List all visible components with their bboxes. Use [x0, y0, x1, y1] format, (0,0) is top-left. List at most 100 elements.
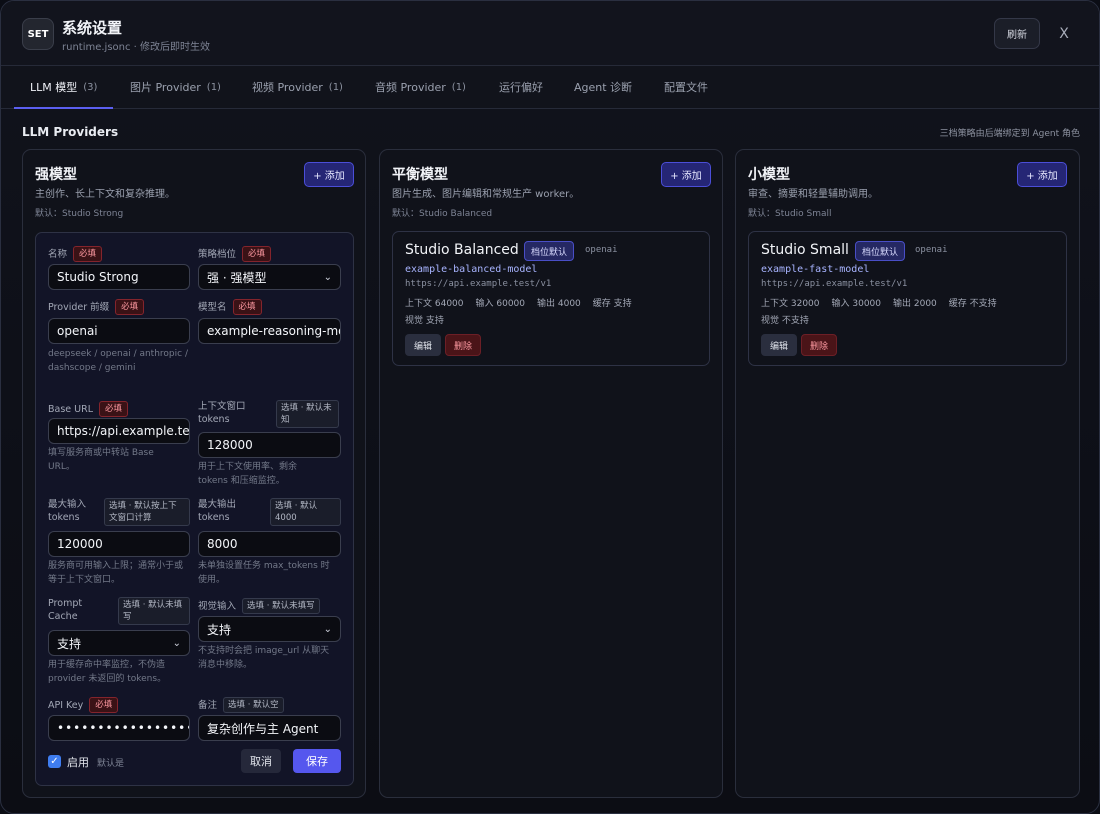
stat-vision: 视觉 支持 — [405, 316, 444, 326]
label-text: 上下文窗口 tokens — [198, 401, 246, 425]
enabled-checkbox[interactable]: ✓ — [48, 755, 61, 768]
tab-llm-models[interactable]: LLM 模型 (3) — [13, 66, 114, 109]
column-balanced-model: 平衡模型 图片生成、图片编辑和常规生产 worker。 默认：Studio Ba… — [379, 149, 723, 798]
optional-tag: 选填 · 默认未填写 — [242, 598, 320, 614]
section-title: LLM Providers — [22, 125, 119, 139]
column-description: 图片生成、图片编辑和常规生产 worker。 — [392, 189, 580, 200]
max-output-label: 最大输出 tokens 选填 · 默认 4000 — [198, 498, 341, 526]
required-tag: 必填 — [232, 299, 262, 315]
stat-output: 输出 2000 — [893, 299, 937, 309]
tab-video-provider[interactable]: 视频 Provider (1) — [252, 66, 343, 108]
required-tag: 必填 — [73, 246, 103, 262]
context-window-hint: 用于上下文使用率、剩余 tokens 和压缩监控。 — [198, 462, 298, 486]
column-default: 默认：Studio Strong — [35, 209, 124, 219]
delete-button[interactable]: 删除 — [445, 334, 481, 356]
stat-context: 上下文 64000 — [405, 299, 464, 309]
settings-window: SET 系统设置 runtime.jsonc · 修改后即时生效 刷新 X LL… — [0, 0, 1100, 814]
note-input[interactable]: 复杂创作与主 Agent — [198, 715, 341, 741]
chevron-down-icon: ⌄ — [323, 271, 332, 283]
column-default: 默认：Studio Small — [748, 209, 832, 219]
max-input-label: 最大输入 tokens 选填 · 默认按上下文窗口计算 — [48, 498, 191, 526]
base-url-input[interactable]: https://api.example.test/v1 — [48, 418, 190, 444]
provider-url: https://api.example.test/v1 — [405, 279, 552, 289]
provider-prefix: openai — [585, 245, 618, 255]
settings-logo: SET — [22, 18, 54, 50]
provider-url: https://api.example.test/v1 — [761, 279, 908, 289]
add-strong-model-button[interactable]: + 添加 — [304, 162, 354, 187]
prompt-cache-label: Prompt Cache 选填 · 默认未填写 — [48, 597, 191, 625]
label-text: API Key — [48, 699, 84, 711]
delete-button[interactable]: 删除 — [801, 334, 837, 356]
edit-button[interactable]: 编辑 — [761, 334, 797, 356]
provider-stats: 上下文 64000 输入 60000 输出 4000 缓存 支持 — [405, 296, 644, 309]
tier-select[interactable]: 强 · 强模型 ⌄ — [198, 264, 341, 290]
cancel-button[interactable]: 取消 — [241, 749, 281, 773]
enabled-label: 启用 — [67, 756, 89, 769]
close-button[interactable]: X — [1054, 24, 1074, 44]
provider-edit-form: 名称 必填 Studio Strong 策略档位 必填 强 · 强模型 ⌄ Provi… — [35, 232, 354, 786]
select-value: 支持 — [57, 636, 82, 651]
tab-label: 视频 Provider — [252, 81, 323, 94]
column-title: 强模型 — [35, 167, 77, 183]
provider-card: Studio Balanced 档位默认 openai example-bala… — [392, 231, 710, 366]
stat-vision: 视觉 不支持 — [761, 316, 809, 326]
model-label: 模型名 必填 — [198, 299, 262, 315]
name-input[interactable]: Studio Strong — [48, 264, 190, 290]
tab-config-file[interactable]: 配置文件 — [664, 66, 708, 108]
prompt-cache-hint: 用于缓存命中率监控，不伪造 provider 未返回的 tokens。 — [48, 660, 167, 684]
tab-label: 音频 Provider — [375, 81, 446, 94]
select-value: 支持 — [207, 622, 232, 637]
tab-count: (1) — [206, 81, 221, 93]
column-description: 主创作、长上下文和复杂推理。 — [35, 189, 175, 200]
stat-context: 上下文 32000 — [761, 299, 820, 309]
provider-stats: 上下文 32000 输入 30000 输出 2000 缓存 不支持 — [761, 296, 1009, 309]
max-output-tokens-input[interactable]: 8000 — [198, 531, 341, 557]
chevron-down-icon: ⌄ — [323, 623, 332, 635]
tab-label: LLM 模型 — [30, 81, 78, 94]
tab-runtime-preferences[interactable]: 运行偏好 — [499, 66, 543, 108]
column-small-model: 小模型 审查、摘要和轻量辅助调用。 默认：Studio Small + 添加 S… — [735, 149, 1080, 798]
note-label: 备注 选填 · 默认空 — [198, 697, 284, 713]
window-subtitle: runtime.jsonc · 修改后即时生效 — [62, 42, 211, 53]
tab-label: 运行偏好 — [499, 81, 543, 94]
vision-select[interactable]: 支持 ⌄ — [198, 616, 341, 642]
api-key-input[interactable]: ••••••••••••••••• — [48, 715, 190, 741]
provider-hint: deepseek / openai / anthropic / dashscop… — [48, 349, 188, 373]
provider-model: example-balanced-model — [405, 264, 538, 275]
tab-label: Agent 诊断 — [574, 81, 633, 94]
provider-label: Provider 前缀 必填 — [48, 299, 145, 315]
add-balanced-model-button[interactable]: + 添加 — [661, 162, 711, 187]
max-input-tokens-input[interactable]: 120000 — [48, 531, 190, 557]
edit-button[interactable]: 编辑 — [405, 334, 441, 356]
tab-image-provider[interactable]: 图片 Provider (1) — [130, 66, 221, 108]
optional-tag: 选填 · 默认未知 — [276, 400, 339, 428]
label-text: 最大输入 tokens — [48, 499, 87, 523]
max-output-hint: 未单独设置任务 max_tokens 时使用。 — [198, 561, 330, 585]
tab-label: 配置文件 — [664, 81, 708, 94]
stat-input: 输入 60000 — [475, 299, 526, 309]
tab-label: 图片 Provider — [130, 81, 201, 94]
optional-tag: 选填 · 默认空 — [223, 697, 284, 713]
column-title: 小模型 — [748, 167, 790, 183]
section-note: 三档策略由后端绑定到 Agent 角色 — [939, 129, 1080, 139]
base-url-hint: 填写服务商或中转站 Base URL。 — [48, 448, 154, 472]
tab-agent-diagnostics[interactable]: Agent 诊断 — [574, 66, 632, 108]
label-text: Provider 前缀 — [48, 301, 110, 313]
refresh-button[interactable]: 刷新 — [994, 18, 1040, 49]
column-title: 平衡模型 — [392, 167, 448, 183]
add-small-model-button[interactable]: + 添加 — [1017, 162, 1067, 187]
model-input[interactable]: example-reasoning-model — [198, 318, 341, 344]
provider-input[interactable]: openai — [48, 318, 190, 344]
label-text: 最大输出 tokens — [198, 499, 237, 523]
tab-audio-provider[interactable]: 音频 Provider (1) — [375, 66, 466, 108]
context-window-input[interactable]: 128000 — [198, 432, 341, 458]
select-value: 强 · 强模型 — [207, 270, 267, 285]
tab-bar: LLM 模型 (3) 图片 Provider (1) 视频 Provider (1) … — [1, 66, 1099, 109]
column-default: 默认：Studio Balanced — [392, 209, 493, 219]
tier-default-badge: 档位默认 — [855, 241, 906, 261]
save-button[interactable]: 保存 — [293, 749, 341, 773]
label-text: Base URL — [48, 403, 93, 415]
prompt-cache-select[interactable]: 支持 ⌄ — [48, 630, 190, 656]
column-strong-model: 强模型 主创作、长上下文和复杂推理。 默认：Studio Strong + 添加… — [22, 149, 366, 798]
chevron-down-icon: ⌄ — [172, 637, 181, 649]
